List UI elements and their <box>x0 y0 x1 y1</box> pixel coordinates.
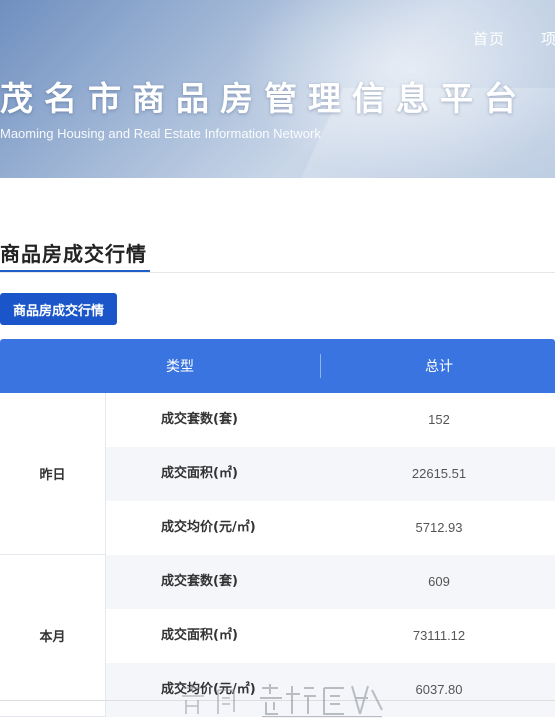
metric-label: 成交均价(元/㎡) <box>161 520 256 535</box>
metric-value: 73111.12 <box>412 628 466 643</box>
table-row: 成交均价(元/㎡) 6037.80 <box>106 663 555 717</box>
table-row: 成交均价(元/㎡) 5712.93 <box>106 501 555 555</box>
table-header: 类型 总计 <box>0 339 555 393</box>
nav-item-home[interactable]: 首页 <box>473 28 505 49</box>
metric-value: 152 <box>428 412 450 427</box>
nav-item-projects[interactable]: 项 <box>541 28 555 49</box>
heading-divider <box>0 272 555 273</box>
top-nav: 首页 项 <box>473 28 555 49</box>
site-banner: 首页 项 茂名市商品房管理信息平台 Maoming Housing and Re… <box>0 0 555 178</box>
metric-label: 成交均价(元/㎡) <box>161 682 256 697</box>
table-row: 成交套数(套) 152 <box>106 393 555 447</box>
metric-value: 22615.51 <box>411 466 467 481</box>
tab-sales-market[interactable]: 商品房成交行情 <box>0 293 117 325</box>
table-row: 成交面积(㎡) 73111.12 <box>106 609 555 663</box>
metric-label: 成交套数(套) <box>161 574 238 589</box>
table-row: 成交面积(㎡) 22615.51 <box>106 447 555 501</box>
table-row: 成交套数(套) 609 <box>106 555 555 609</box>
metric-label: 成交面积(㎡) <box>161 466 238 481</box>
site-title: 茂名市商品房管理信息平台 <box>0 79 528 118</box>
group-label-this-month: 本月 <box>0 555 106 717</box>
site-subtitle: Maoming Housing and Real Estate Informat… <box>0 126 321 141</box>
metric-value: 609 <box>428 574 450 589</box>
metric-label: 成交套数(套) <box>161 412 238 427</box>
group-label-yesterday: 昨日 <box>0 393 106 555</box>
column-header-type: 类型 <box>166 358 194 374</box>
metric-value: 5712.93 <box>415 520 463 535</box>
metric-label: 成交面积(㎡) <box>161 628 238 643</box>
section-heading: 商品房成交行情 <box>0 242 147 266</box>
sales-table: 类型 总计 成交套数(套) 152 成交面积(㎡) 22615.51 成交均价(… <box>0 339 555 717</box>
column-header-total: 总计 <box>425 358 453 374</box>
footer-rule <box>0 700 555 701</box>
metric-value: 6037.80 <box>415 682 463 697</box>
